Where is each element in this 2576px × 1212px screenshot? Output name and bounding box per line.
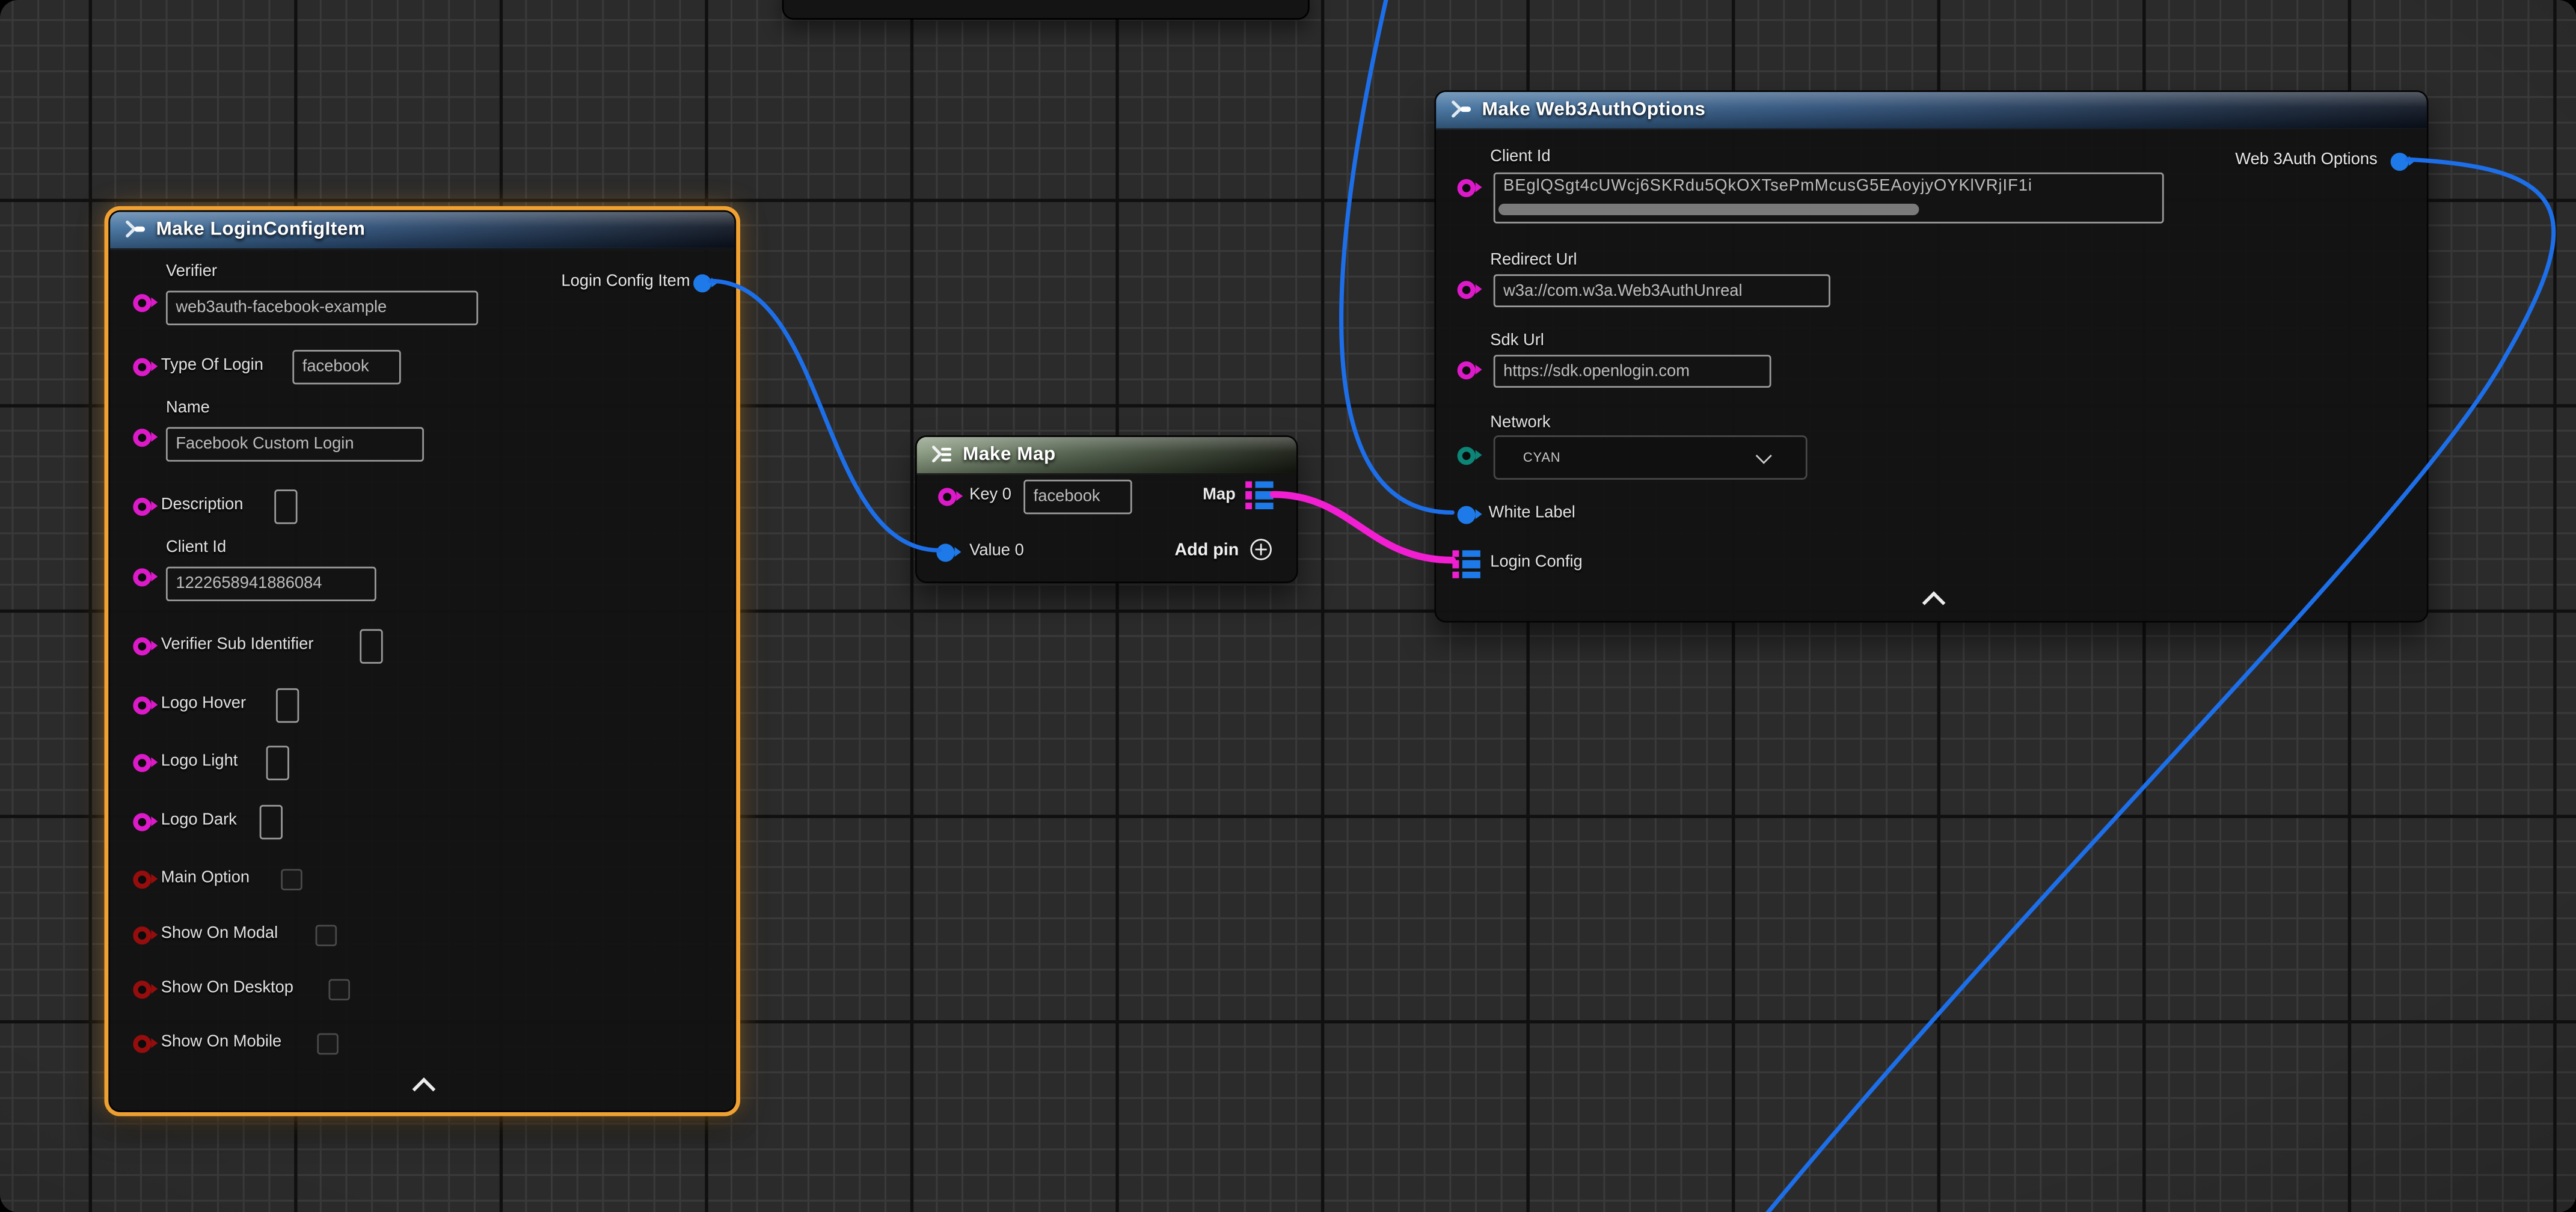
show-on-desktop-checkbox[interactable] [328,978,350,1000]
pin-type-of-login[interactable] [133,357,151,375]
verifier-sub-identifier-input[interactable] [360,629,382,664]
blueprint-editor-viewport: Make LoginConfigItem Login Config Item V… [0,0,2576,1212]
pin-show-on-desktop[interactable] [133,980,151,998]
pin-label-verifier: Verifier [166,263,217,283]
pin-network[interactable] [1458,446,1476,464]
node-make-loginconfigitem[interactable]: Make LoginConfigItem Login Config Item V… [108,210,736,1112]
redirect-url-input[interactable]: w3a://com.w3a.Web3AuthUnreal [1494,274,1830,307]
type-of-login-input[interactable]: facebook [292,350,400,384]
make-map-icon [930,444,953,467]
pin-label-description: Description [161,496,244,516]
node-title: Make Map [963,445,1056,465]
pin-label-redirect-url: Redirect Url [1490,251,1577,271]
pin-key-0[interactable] [938,487,956,505]
pin-description[interactable] [133,497,151,515]
pin-label-name: Name [166,399,210,419]
pin-client-id[interactable] [1458,178,1476,196]
pin-redirect-url[interactable] [1458,280,1476,298]
node-title: Make Web3AuthOptions [1482,100,1706,120]
add-pin-label[interactable]: Add pin [1174,540,1239,560]
pin-out-login-config-item[interactable] [693,274,711,292]
make-struct-icon [123,218,146,241]
make-struct-icon [1449,99,1472,121]
node-header-make-map[interactable]: Make Map [917,437,1296,475]
collapse-advanced-chevron-icon[interactable] [1922,591,1946,614]
pin-label-client-id: Client Id [166,539,226,559]
pin-label-map: Map [1203,486,1236,506]
node-header-make-loginconfigitem[interactable]: Make LoginConfigItem [110,212,734,249]
dropdown-chevron-icon [1756,447,1772,463]
pin-label-value-0: Value 0 [969,542,1024,562]
pin-label-client-id: Client Id [1490,148,1550,168]
pin-logo-hover[interactable] [133,696,151,714]
network-selected-value: CYAN [1523,450,1560,465]
pin-label-logo-hover: Logo Hover [161,695,246,715]
pin-label-key-0: Key 0 [969,486,1011,506]
collapse-advanced-chevron-icon[interactable] [412,1077,436,1101]
client-id-input[interactable]: 1222658941886084 [166,567,376,601]
network-dropdown[interactable]: CYAN [1494,435,1808,480]
sdk-url-input[interactable]: https://sdk.openlogin.com [1494,355,1771,388]
logo-dark-input[interactable] [260,805,283,839]
pin-label-sdk-url: Sdk Url [1490,332,1544,352]
pin-label-login-config-item: Login Config Item [561,273,690,293]
show-on-mobile-checkbox[interactable] [317,1032,339,1054]
pin-client-id[interactable] [133,568,151,586]
show-on-modal-checkbox[interactable] [316,924,337,946]
pin-label-show-on-mobile: Show On Mobile [161,1033,281,1053]
pin-label-show-on-desktop: Show On Desktop [161,979,293,999]
pin-label-main-option: Main Option [161,869,250,889]
pin-logo-light[interactable] [133,753,151,771]
pin-sdk-url[interactable] [1458,361,1476,379]
node-title: Make LoginConfigItem [156,220,366,240]
pin-label-show-on-modal: Show On Modal [161,925,278,944]
pin-label-network: Network [1490,414,1550,434]
wire-loginconfigitem-to-value0[interactable] [710,281,940,550]
logo-light-input[interactable] [266,746,289,780]
pin-main-option[interactable] [133,870,151,888]
pin-value-0[interactable] [936,543,954,561]
node-make-web3authoptions[interactable]: Make Web3AuthOptions Web 3Auth Options C… [1434,90,2428,622]
pin-label-logo-light: Logo Light [161,752,238,772]
offscreen-node-bottom-edge[interactable] [782,0,1310,20]
pin-verifier[interactable] [133,293,151,311]
pin-login-config[interactable] [1452,550,1480,578]
description-input[interactable] [274,489,297,524]
logo-hover-input[interactable] [276,688,299,723]
blueprint-graph-canvas[interactable]: Make LoginConfigItem Login Config Item V… [0,0,2576,1212]
pin-label-web3auth-options: Web 3Auth Options [2235,151,2377,171]
node-header-make-web3authoptions[interactable]: Make Web3AuthOptions [1436,92,2427,130]
verifier-input[interactable]: web3auth-facebook-example [166,291,478,325]
pin-logo-dark[interactable] [133,812,151,830]
name-input[interactable]: Facebook Custom Login [166,427,424,461]
node-make-map[interactable]: Make Map Key 0 facebook Map Value 0 Add … [915,435,1298,583]
client-id-input[interactable]: BEglQSgt4cUWcj6SKRdu5QkOXTsePmMcusG5EAoy… [1494,173,2164,224]
pin-out-map[interactable] [1245,482,1273,509]
pin-show-on-modal[interactable] [133,926,151,944]
pin-show-on-mobile[interactable] [133,1034,151,1052]
key-0-input[interactable]: facebook [1023,480,1132,514]
add-pin-icon[interactable] [1250,539,1272,560]
pin-label-verifier-sub-identifier: Verifier Sub Identifier [161,635,314,655]
wire-map-to-loginconfig[interactable] [1274,494,1453,560]
pin-white-label[interactable] [1458,505,1476,523]
main-option-checkbox[interactable] [281,868,302,890]
pin-label-logo-dark: Logo Dark [161,812,237,831]
pin-out-web3auth-options[interactable] [2391,152,2409,170]
pin-verifier-sub-identifier[interactable] [133,637,151,655]
client-id-text: BEglQSgt4cUWcj6SKRdu5QkOXTsePmMcusG5EAoy… [1503,177,2032,195]
pin-name[interactable] [133,428,151,446]
client-id-scrollbar[interactable] [1498,204,1919,215]
pin-label-type-of-login: Type Of Login [161,357,263,376]
pin-label-login-config: Login Config [1490,554,1582,574]
pin-label-white-label: White Label [1489,504,1575,524]
